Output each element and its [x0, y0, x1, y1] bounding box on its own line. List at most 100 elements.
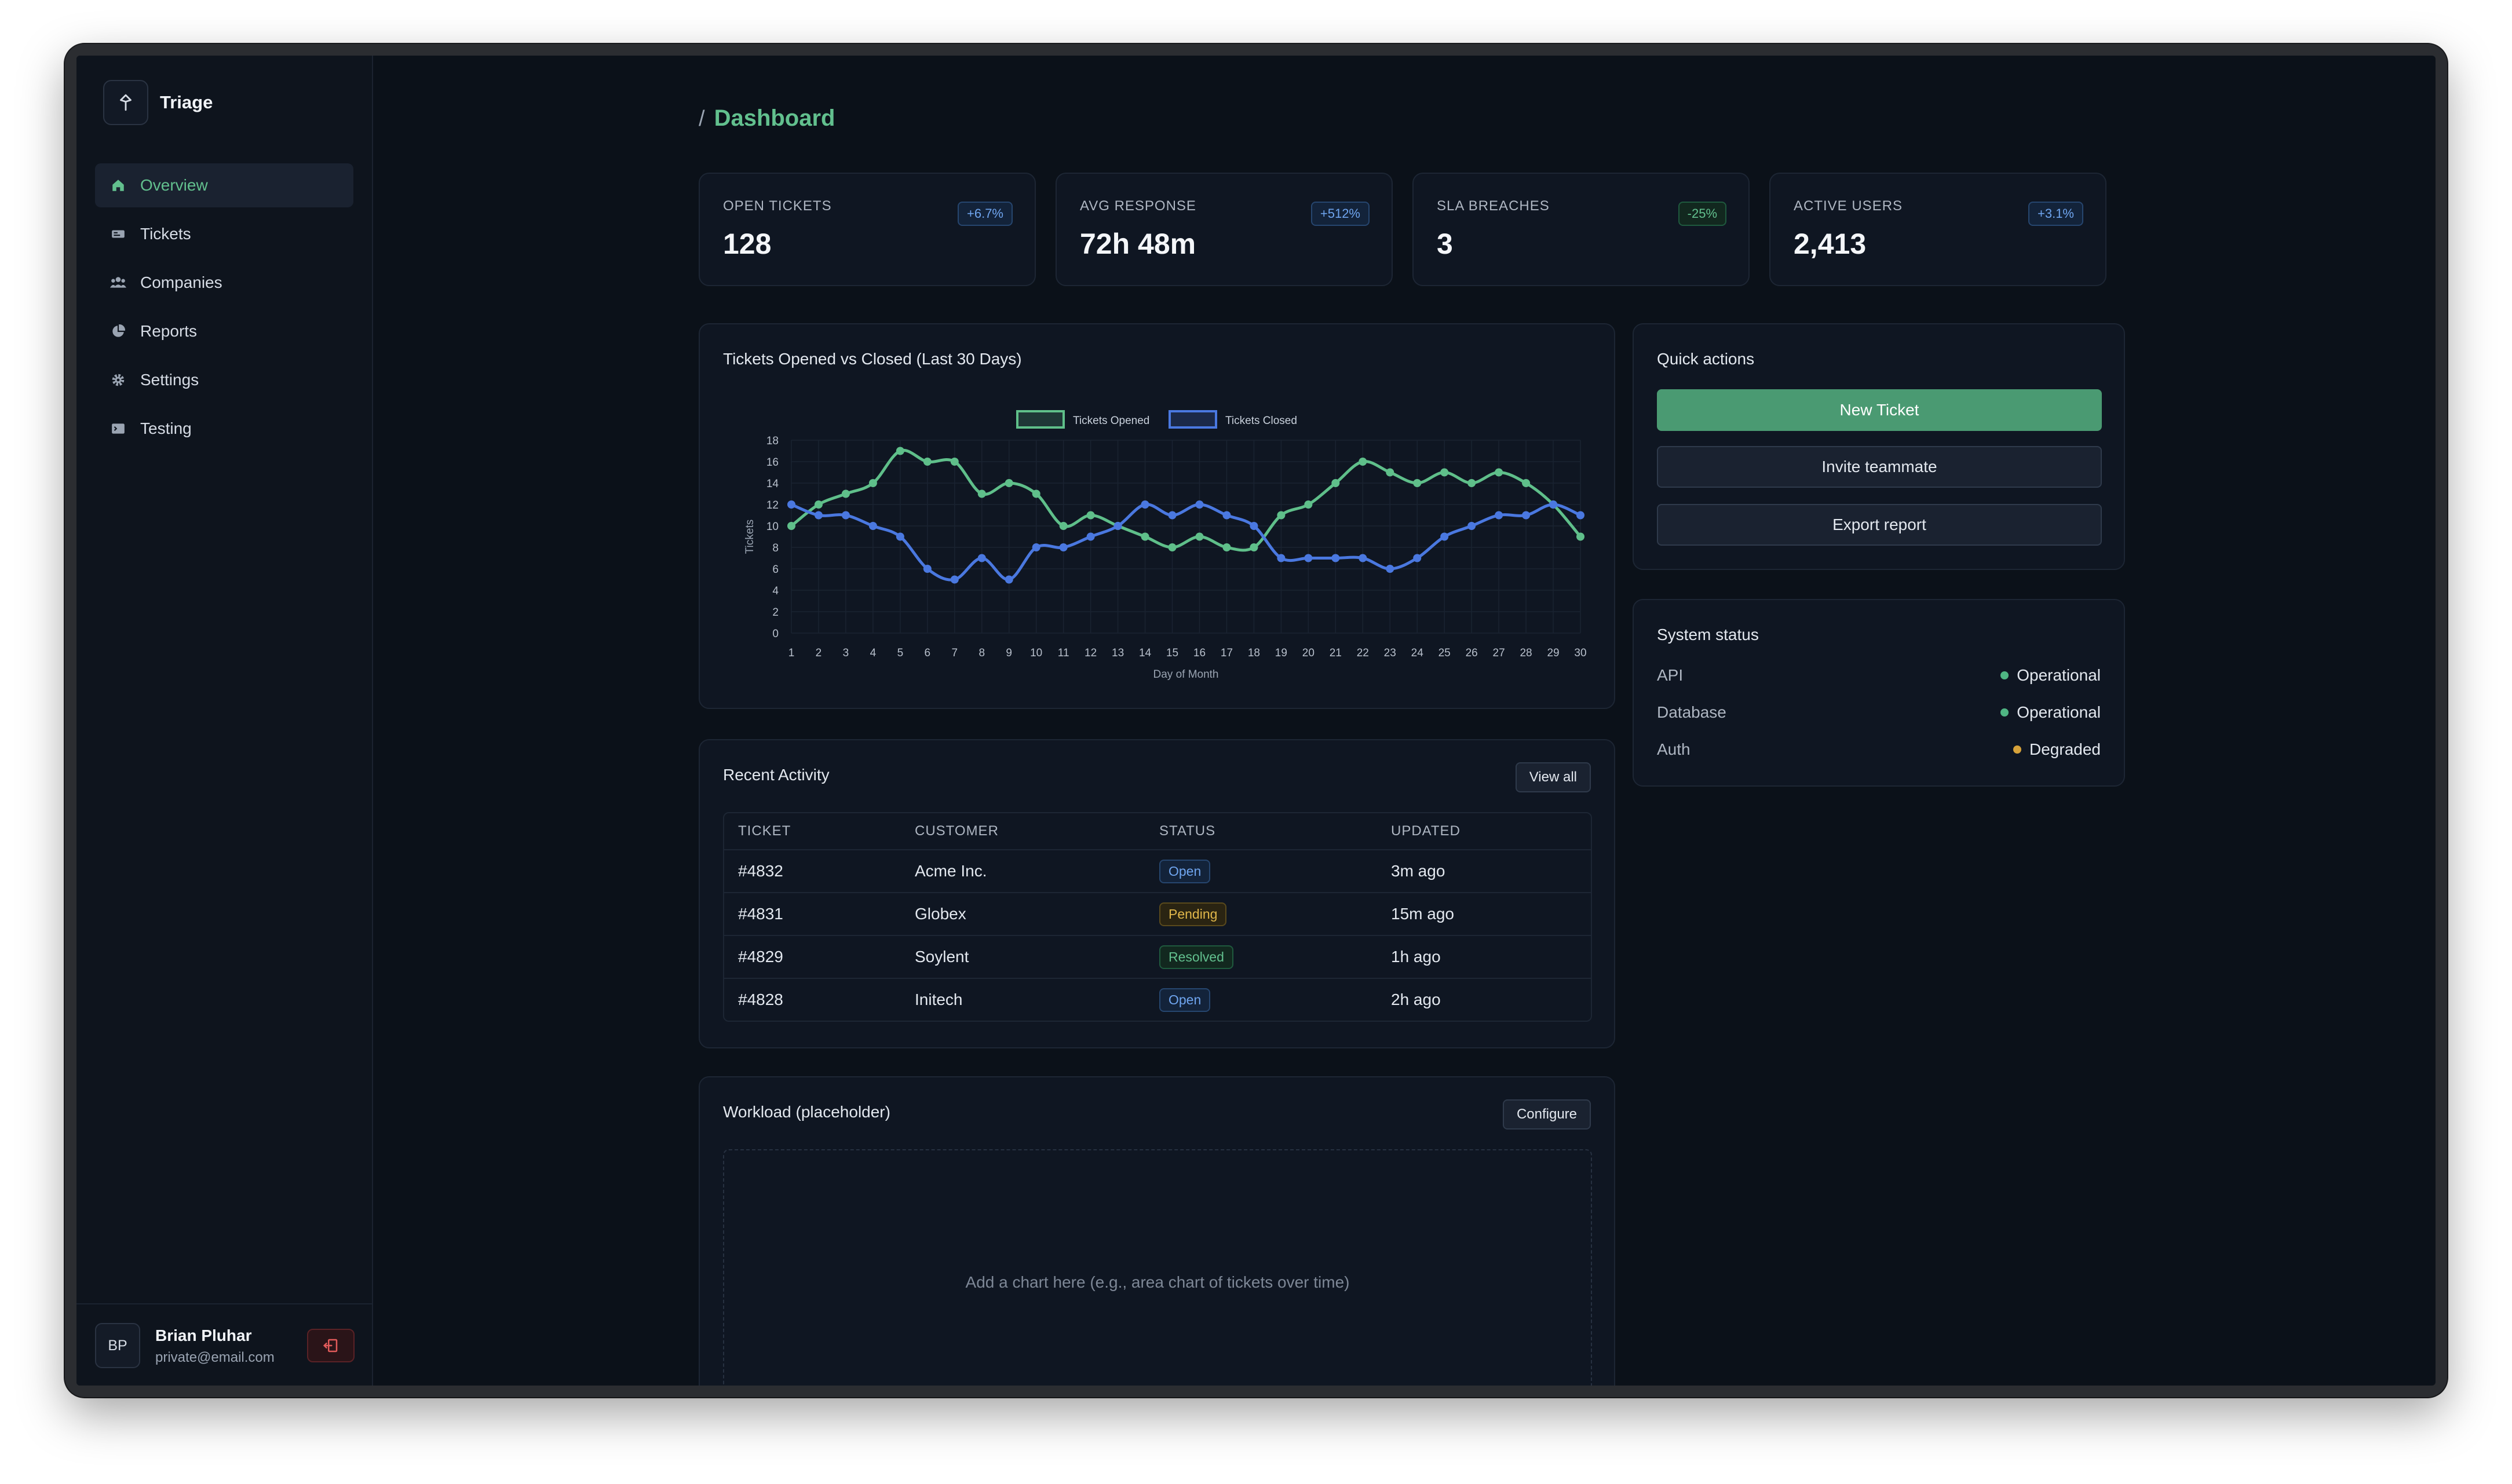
stat-label: AVG RESPONSE	[1080, 198, 1196, 214]
legend-swatch	[1016, 410, 1065, 429]
sidebar-item-label: Overview	[140, 176, 208, 194]
stat-badge: +512%	[1310, 202, 1370, 226]
customer-name: Soylent	[915, 948, 969, 966]
gear-icon	[110, 372, 126, 388]
ticket-id: #4829	[738, 948, 783, 966]
x-tick-label: 30	[1574, 647, 1586, 659]
view-all-button[interactable]: View all	[1515, 762, 1591, 792]
app-screen: Triage Overview Tickets Companies Report…	[76, 56, 2436, 1386]
sidebar-item-settings[interactable]: Settings	[95, 358, 353, 402]
updated-time: 2h ago	[1391, 990, 1441, 1008]
data-point	[1086, 532, 1095, 541]
sidebar-item-tickets[interactable]: Tickets	[95, 212, 353, 256]
y-tick-label: 14	[766, 478, 779, 490]
legend-label: Tickets Closed	[1225, 415, 1297, 427]
table-row[interactable]: #4828 Initech Open 2h ago	[724, 978, 1591, 1021]
y-tick-label: 8	[772, 542, 779, 554]
logout-button[interactable]	[307, 1329, 355, 1362]
sidebar-item-testing[interactable]: Testing	[95, 407, 353, 451]
export-report-button[interactable]: Export report	[1657, 504, 2102, 546]
sidebar-item-overview[interactable]: Overview	[95, 163, 353, 207]
sidebar: Triage Overview Tickets Companies Report…	[76, 56, 373, 1386]
y-tick-label: 6	[772, 564, 779, 576]
stat-card-sla-breaches: SLA BREACHES 3 -25%	[1412, 173, 1750, 286]
data-point	[1141, 532, 1149, 541]
stat-badge: +6.7%	[958, 202, 1013, 226]
status-cell: Open	[1145, 859, 1377, 883]
status-text: Degraded	[2029, 740, 2101, 758]
sidebar-item-companies[interactable]: Companies	[95, 261, 353, 305]
data-point	[1277, 511, 1286, 520]
status-dot-icon	[2000, 708, 2009, 717]
stat-badge: +3.1%	[2028, 202, 2083, 226]
sidebar-item-label: Companies	[140, 273, 222, 291]
data-point	[1005, 479, 1013, 487]
data-point	[1576, 511, 1584, 520]
x-tick-label: 24	[1411, 647, 1424, 659]
stat-label: ACTIVE USERS	[1794, 198, 1903, 214]
table-row[interactable]: #4832 Acme Inc. Open 3m ago	[724, 849, 1591, 892]
data-point	[1032, 543, 1040, 551]
data-point	[787, 500, 795, 509]
ticket-icon	[110, 226, 126, 242]
table-row[interactable]: #4829 Soylent Resolved 1h ago	[724, 935, 1591, 978]
x-tick-label: 16	[1193, 647, 1206, 659]
configure-button[interactable]: Configure	[1502, 1099, 1591, 1130]
ticket-id: #4831	[738, 905, 783, 923]
customer-name: Globex	[915, 905, 966, 923]
status-value: Degraded	[2013, 740, 2101, 759]
x-tick-label: 25	[1438, 647, 1451, 659]
data-point	[1277, 554, 1286, 562]
page-title: Dashboard	[714, 105, 835, 131]
x-tick-label: 4	[870, 647, 877, 659]
stat-card-open-tickets: OPEN TICKETS 128 +6.7%	[699, 173, 1036, 286]
x-tick-label: 9	[1006, 647, 1012, 659]
sidebar-item-label: Tickets	[140, 225, 191, 243]
x-tick-label: 8	[978, 647, 985, 659]
status-badge: Open	[1159, 859, 1211, 883]
x-tick-label: 22	[1357, 647, 1369, 659]
table-row[interactable]: #4831 Globex Pending 15m ago	[724, 892, 1591, 935]
sidebar-item-reports[interactable]: Reports	[95, 309, 353, 353]
invite-teammate-button[interactable]: Invite teammate	[1657, 446, 2102, 488]
stat-label: SLA BREACHES	[1437, 198, 1550, 214]
system-status-card: System status API Operational Database O…	[1633, 599, 2125, 787]
status-row-database: Database Operational	[1657, 701, 2101, 724]
avatar[interactable]: BP	[95, 1323, 140, 1368]
brand[interactable]: Triage	[103, 80, 213, 125]
data-point	[1195, 532, 1204, 541]
stat-label: OPEN TICKETS	[723, 198, 832, 214]
x-tick-label: 27	[1493, 647, 1505, 659]
data-point	[1331, 479, 1340, 487]
status-name: Database	[1657, 703, 1726, 721]
status-dot-icon	[2013, 745, 2022, 754]
status-value: Operational	[2000, 666, 2101, 685]
breadcrumb-separator: /	[699, 107, 705, 131]
y-tick-label: 16	[766, 456, 779, 469]
stat-value: 3	[1437, 228, 1453, 260]
data-point	[950, 458, 959, 466]
data-point	[1576, 532, 1584, 541]
y-tick-label: 12	[766, 499, 779, 511]
new-ticket-button[interactable]: New Ticket	[1657, 389, 2102, 431]
y-tick-label: 10	[766, 521, 779, 533]
x-tick-label: 14	[1139, 647, 1152, 659]
tickets-line-chart: 0246810121416181 2 3 4 5 6 7 8 9 10 11 12 13 14 15 16 17…	[744, 410, 1587, 681]
x-tick-label: 3	[843, 647, 849, 659]
updated-time: 15m ago	[1391, 905, 1454, 923]
status-cell: Open	[1145, 988, 1377, 1012]
stat-value: 2,413	[1794, 228, 1867, 260]
column-header: STATUS	[1159, 823, 1216, 839]
x-tick-label: 15	[1166, 647, 1178, 659]
status-value: Operational	[2000, 703, 2101, 722]
x-tick-label: 12	[1085, 647, 1097, 659]
data-point	[1413, 554, 1422, 562]
data-point	[1250, 522, 1258, 530]
x-axis-label: Day of Month	[1153, 668, 1219, 681]
data-point	[1113, 522, 1122, 530]
data-point	[1168, 511, 1177, 520]
data-point	[1222, 511, 1231, 520]
legend-swatch	[1169, 410, 1217, 429]
x-tick-label: 7	[952, 647, 958, 659]
data-point	[868, 479, 877, 487]
